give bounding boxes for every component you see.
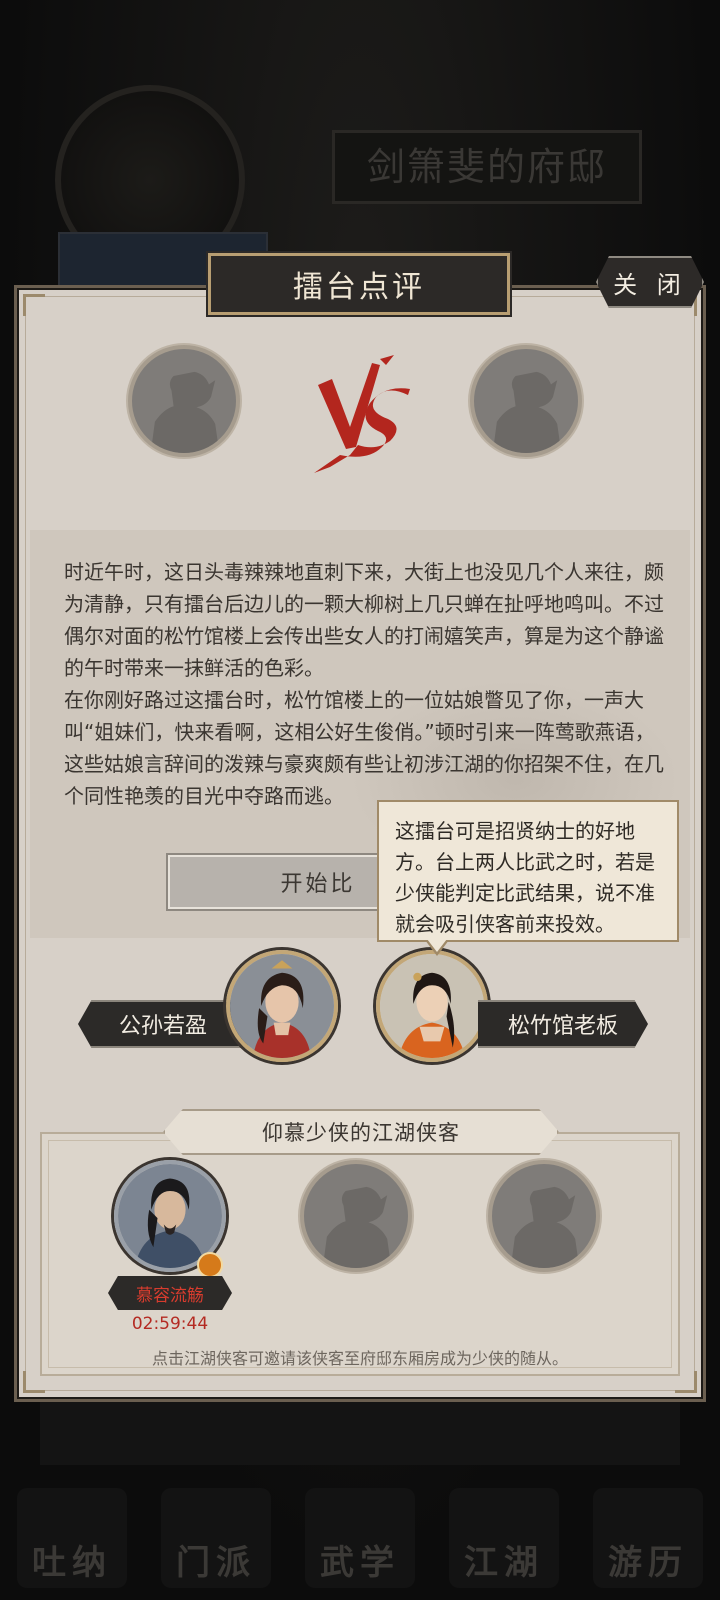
bottom-navbar: 吐纳 门派 武学 江湖 游历 bbox=[0, 1470, 720, 1600]
dialog-title: 擂台点评 bbox=[206, 251, 512, 317]
fighter-right-nameplate: 松竹馆老板 bbox=[478, 1000, 648, 1048]
follower-slot-3-empty[interactable] bbox=[488, 1160, 600, 1272]
house-title: 剑箫斐的府邸 bbox=[332, 130, 642, 204]
follower-slot-2-empty[interactable] bbox=[300, 1160, 412, 1272]
vs-icon bbox=[314, 355, 410, 473]
silhouette-icon bbox=[492, 371, 562, 453]
female-warrior-portrait-icon bbox=[230, 954, 334, 1058]
fighter-left-avatar[interactable] bbox=[226, 950, 338, 1062]
nav-item-sect: 门派 bbox=[161, 1488, 271, 1588]
rank-badge-icon bbox=[197, 1252, 223, 1278]
follower-name-tag: 慕容流觞 bbox=[108, 1276, 232, 1310]
background-strip bbox=[40, 1400, 680, 1465]
story-text: 时近午时，这日头毒辣辣地直刺下来，大街上也没见几个人来往，颇为清静，只有擂台后边… bbox=[64, 556, 674, 812]
fighter-right-avatar[interactable] bbox=[376, 950, 488, 1062]
fighter-left-nameplate: 公孙若盈 bbox=[78, 1000, 248, 1048]
unknown-fighter-left-avatar[interactable] bbox=[128, 345, 240, 457]
follower-timer: 02:59:44 bbox=[131, 1314, 209, 1334]
courtesan-portrait-icon bbox=[380, 954, 484, 1058]
story-paragraph: 在你刚好路过这擂台时，松竹馆楼上的一位姑娘瞥见了你，一声大叫“姐妹们，快来看啊，… bbox=[64, 688, 664, 808]
close-button[interactable]: 关 闭 bbox=[596, 256, 704, 308]
nav-item-jianghu: 江湖 bbox=[449, 1488, 559, 1588]
story-paragraph: 时近午时，这日头毒辣辣地直刺下来，大街上也没见几个人来往，颇为清静，只有擂台后边… bbox=[64, 560, 664, 680]
silhouette-icon bbox=[150, 371, 220, 453]
nav-item-breathing: 吐纳 bbox=[17, 1488, 127, 1588]
nav-item-travel: 游历 bbox=[593, 1488, 703, 1588]
followers-hint: 点击江湖侠客可邀请该侠客至府邸东厢房成为少侠的随从。 bbox=[151, 1349, 568, 1368]
arena-tooltip: 这擂台可是招贤纳士的好地方。台上两人比武之时，若是少侠能判定比武结果，说不准就会… bbox=[377, 800, 679, 956]
silhouette-icon bbox=[322, 1186, 392, 1268]
followers-header: 仰慕少侠的江湖侠客 bbox=[163, 1109, 559, 1155]
unknown-fighter-right-avatar[interactable] bbox=[470, 345, 582, 457]
silhouette-icon bbox=[510, 1186, 580, 1268]
nav-item-martial: 武学 bbox=[305, 1488, 415, 1588]
corner-ornament bbox=[23, 294, 45, 316]
